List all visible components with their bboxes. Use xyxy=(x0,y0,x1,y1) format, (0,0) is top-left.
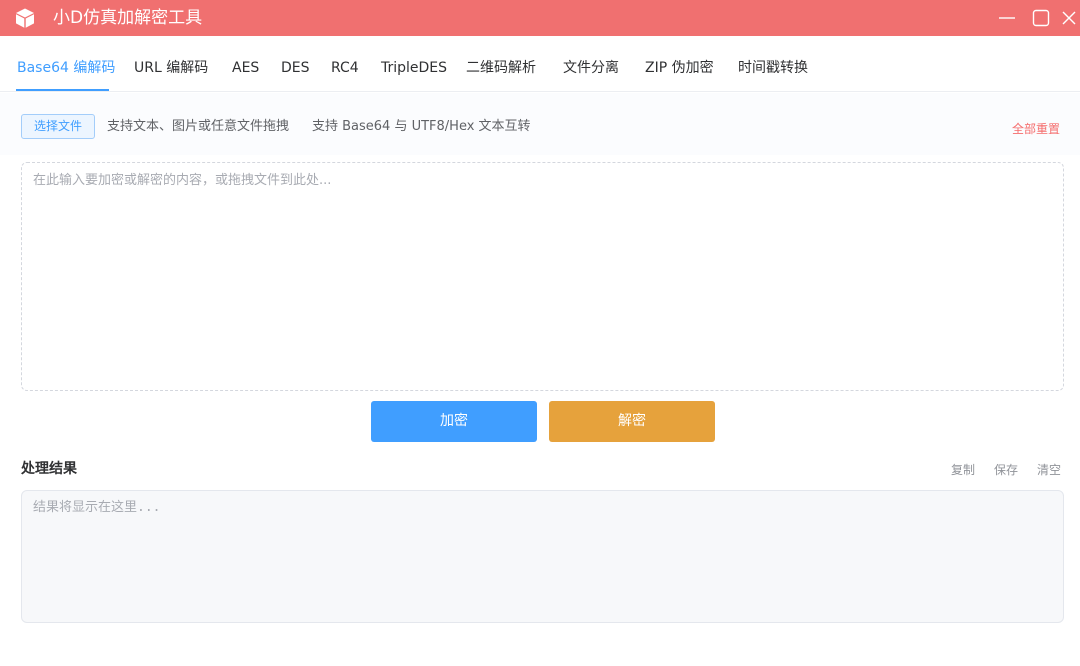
file-hint: 支持文本、图片或任意文件拖拽 xyxy=(107,119,290,134)
tab-aes[interactable]: AES xyxy=(232,59,259,77)
active-tab-indicator xyxy=(16,89,109,91)
minimize-icon[interactable] xyxy=(996,7,1018,29)
tab-url[interactable]: URL 编解码 xyxy=(134,59,208,77)
tab-zip-pseudo[interactable]: ZIP 伪加密 xyxy=(645,59,714,77)
tab-bar: Base64 编解码 URL 编解码 AES DES RC4 TripleDES… xyxy=(0,36,1080,92)
toolbar: 选择文件 支持文本、图片或任意文件拖拽 支持 Base64 与 UTF8/Hex… xyxy=(0,93,1080,155)
input-textarea[interactable] xyxy=(21,162,1064,391)
tab-tripledes[interactable]: TripleDES xyxy=(381,59,447,77)
copy-button[interactable]: 复制 xyxy=(951,463,975,478)
close-icon[interactable] xyxy=(1058,7,1080,29)
convert-hint: 支持 Base64 与 UTF8/Hex 文本互转 xyxy=(312,119,531,134)
result-title: 处理结果 xyxy=(21,461,77,477)
maximize-icon[interactable] xyxy=(1030,7,1052,29)
title-bar[interactable]: 小D仿真加解密工具 xyxy=(0,0,1080,36)
tab-file-split[interactable]: 文件分离 xyxy=(563,59,619,77)
cube-icon xyxy=(16,8,34,28)
tab-des[interactable]: DES xyxy=(281,59,310,77)
clear-button[interactable]: 清空 xyxy=(1037,463,1061,478)
tab-qrcode[interactable]: 二维码解析 xyxy=(466,59,536,77)
reset-all-button[interactable]: 全部重置 xyxy=(1012,121,1060,137)
app-title: 小D仿真加解密工具 xyxy=(53,8,203,28)
tab-timestamp[interactable]: 时间戳转换 xyxy=(738,59,808,77)
tab-rc4[interactable]: RC4 xyxy=(331,59,359,77)
encrypt-button[interactable]: 加密 xyxy=(371,401,537,442)
result-textarea[interactable] xyxy=(21,490,1064,623)
select-file-button[interactable]: 选择文件 xyxy=(21,114,95,139)
tab-base64[interactable]: Base64 编解码 xyxy=(17,59,115,77)
decrypt-button[interactable]: 解密 xyxy=(549,401,715,442)
save-button[interactable]: 保存 xyxy=(994,463,1018,478)
